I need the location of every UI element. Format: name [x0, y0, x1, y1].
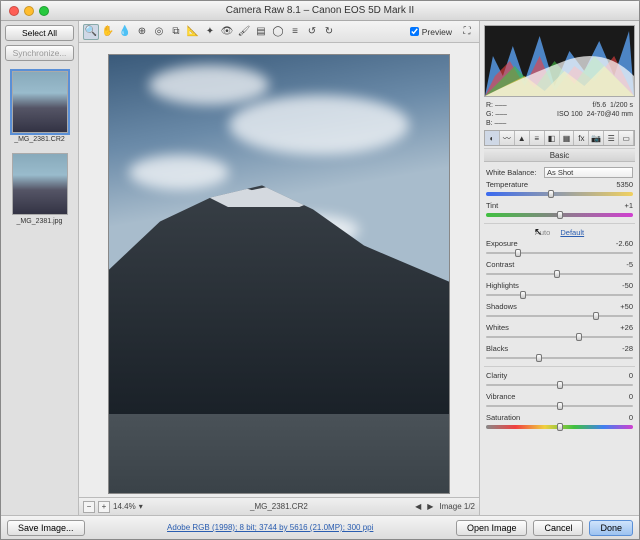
- temperature-slider[interactable]: Temperature5350: [486, 180, 633, 198]
- close-icon[interactable]: [9, 6, 19, 16]
- white-balance-tool-icon[interactable]: 💧: [117, 24, 133, 40]
- thumbnail-label: _MG_2381.jpg: [17, 218, 63, 225]
- straighten-tool-icon[interactable]: 📐: [185, 24, 201, 40]
- temperature-value[interactable]: 5350: [616, 180, 633, 189]
- shadows-slider[interactable]: Shadows+50: [486, 302, 633, 320]
- graduated-filter-tool-icon[interactable]: ▤: [253, 24, 269, 40]
- blacks-slider[interactable]: Blacks-28: [486, 344, 633, 362]
- done-button[interactable]: Done: [589, 520, 633, 536]
- panel-title: Basic: [484, 148, 635, 162]
- tint-value[interactable]: +1: [624, 201, 633, 210]
- adjustments-panel: R: ––– f/5.6 1/200 s G: ––– ISO 100 24-7…: [479, 21, 639, 515]
- tab-detail-icon[interactable]: ▲: [515, 131, 530, 145]
- clarity-value[interactable]: 0: [629, 371, 633, 380]
- preview-label: Preview: [422, 27, 452, 37]
- tab-presets-icon[interactable]: ☰: [604, 131, 619, 145]
- tint-slider[interactable]: Tint+1: [486, 201, 633, 219]
- zoom-tool-icon[interactable]: 🔍: [83, 24, 99, 40]
- radial-filter-tool-icon[interactable]: ◯: [270, 24, 286, 40]
- exposure-slider[interactable]: Exposure-2.60: [486, 239, 633, 257]
- thumbnail-image: [12, 153, 68, 215]
- saturation-slider[interactable]: Saturation0: [486, 413, 633, 431]
- tab-curve-icon[interactable]: 〰: [500, 131, 515, 145]
- saturation-value[interactable]: 0: [629, 413, 633, 422]
- exif-row-3: B: –––: [480, 119, 639, 128]
- tab-lens-icon[interactable]: ▦: [560, 131, 575, 145]
- contrast-slider[interactable]: Contrast-5: [486, 260, 633, 278]
- whites-slider[interactable]: Whites+26: [486, 323, 633, 341]
- workflow-options-link[interactable]: Adobe RGB (1998); 8 bit; 3744 by 5616 (2…: [91, 523, 450, 532]
- panel-body: White Balance: As Shot Temperature5350 T…: [480, 162, 639, 515]
- thumbnail-image: [12, 71, 68, 133]
- preview-checkbox[interactable]: [410, 27, 419, 36]
- open-image-button[interactable]: Open Image: [456, 520, 528, 536]
- thumbnail-label: _MG_2381.CR2: [14, 136, 65, 143]
- panel-tabs: ◐ 〰 ▲ ≡ ◧ ▦ fx 📷 ☰ ▭: [484, 130, 635, 146]
- preview-toggle[interactable]: Preview: [410, 27, 452, 37]
- minimize-icon[interactable]: [24, 6, 34, 16]
- canvas-area[interactable]: [79, 43, 479, 497]
- preferences-tool-icon[interactable]: ≡: [287, 24, 303, 40]
- shadows-value[interactable]: +50: [620, 302, 633, 311]
- exif-row-1: R: ––– f/5.6 1/200 s: [480, 101, 639, 110]
- center-column: 🔍 ✋ 💧 ⊕ ◎ ⧉ 📐 ✦ 👁 🖌 ▤ ◯ ≡ ↺ ↻ Preview: [79, 21, 479, 515]
- content-area: Select All Synchronize... _MG_2381.CR2 _…: [1, 21, 639, 515]
- clarity-slider[interactable]: Clarity0: [486, 371, 633, 389]
- zoom-level: 14.4%: [113, 502, 136, 511]
- prev-image-button[interactable]: ◀: [415, 502, 421, 511]
- contrast-value[interactable]: -5: [626, 260, 633, 269]
- histogram[interactable]: [484, 25, 635, 97]
- image-counter: Image 1/2: [439, 502, 475, 511]
- current-filename: _MG_2381.CR2: [149, 502, 409, 511]
- highlights-slider[interactable]: Highlights-50: [486, 281, 633, 299]
- window-title: Camera Raw 8.1 – Canon EOS 5D Mark II: [1, 5, 639, 16]
- save-image-button[interactable]: Save Image...: [7, 520, 85, 536]
- tab-camera-icon[interactable]: 📷: [589, 131, 604, 145]
- highlights-value[interactable]: -50: [622, 281, 633, 290]
- tab-split-icon[interactable]: ◧: [545, 131, 560, 145]
- zoom-out-button[interactable]: −: [83, 501, 95, 513]
- tab-basic-icon[interactable]: ◐: [485, 131, 500, 145]
- vibrance-slider[interactable]: Vibrance0: [486, 392, 633, 410]
- targeted-adjustment-tool-icon[interactable]: ◎: [151, 24, 167, 40]
- zoom-icon[interactable]: [39, 6, 49, 16]
- wb-label: White Balance:: [486, 168, 540, 177]
- exposure-value[interactable]: -2.60: [616, 239, 633, 248]
- crop-tool-icon[interactable]: ⧉: [168, 24, 184, 40]
- tab-snapshots-icon[interactable]: ▭: [619, 131, 634, 145]
- color-sampler-tool-icon[interactable]: ⊕: [134, 24, 150, 40]
- wb-select[interactable]: As Shot: [544, 167, 633, 178]
- thumbnail-1[interactable]: _MG_2381.CR2: [5, 71, 74, 143]
- filmstrip: Select All Synchronize... _MG_2381.CR2 _…: [1, 21, 79, 515]
- adjustment-brush-tool-icon[interactable]: 🖌: [236, 24, 252, 40]
- zoom-in-button[interactable]: +: [98, 501, 110, 513]
- zoom-dropdown-icon[interactable]: ▾: [139, 502, 143, 511]
- footer: Save Image... Adobe RGB (1998); 8 bit; 3…: [1, 515, 639, 539]
- tab-fx-icon[interactable]: fx: [574, 131, 589, 145]
- toolbar: 🔍 ✋ 💧 ⊕ ◎ ⧉ 📐 ✦ 👁 🖌 ▤ ◯ ≡ ↺ ↻ Preview: [79, 21, 479, 43]
- cancel-button[interactable]: Cancel: [533, 520, 583, 536]
- camera-raw-window: Camera Raw 8.1 – Canon EOS 5D Mark II Se…: [0, 0, 640, 540]
- select-all-button[interactable]: Select All: [5, 25, 74, 41]
- cursor-icon: ↖: [534, 227, 542, 238]
- blacks-value[interactable]: -28: [622, 344, 633, 353]
- default-link[interactable]: Default: [560, 228, 584, 237]
- whites-value[interactable]: +26: [620, 323, 633, 332]
- tab-hsl-icon[interactable]: ≡: [530, 131, 545, 145]
- image-preview: [109, 55, 449, 493]
- rotate-ccw-icon[interactable]: ↺: [304, 24, 320, 40]
- statusbar: − + 14.4% ▾ _MG_2381.CR2 ◀ ▶ Image 1/2: [79, 497, 479, 515]
- rotate-cw-icon[interactable]: ↻: [321, 24, 337, 40]
- titlebar: Camera Raw 8.1 – Canon EOS 5D Mark II: [1, 1, 639, 21]
- synchronize-button[interactable]: Synchronize...: [5, 45, 74, 61]
- spot-removal-tool-icon[interactable]: ✦: [202, 24, 218, 40]
- next-image-button[interactable]: ▶: [427, 502, 433, 511]
- vibrance-value[interactable]: 0: [629, 392, 633, 401]
- hand-tool-icon[interactable]: ✋: [100, 24, 116, 40]
- exif-row-2: G: ––– ISO 100 24-70@40 mm: [480, 110, 639, 119]
- thumbnail-2[interactable]: _MG_2381.jpg: [5, 153, 74, 225]
- window-controls: [1, 6, 49, 16]
- fullscreen-icon[interactable]: ⛶: [459, 24, 475, 40]
- red-eye-tool-icon[interactable]: 👁: [219, 24, 235, 40]
